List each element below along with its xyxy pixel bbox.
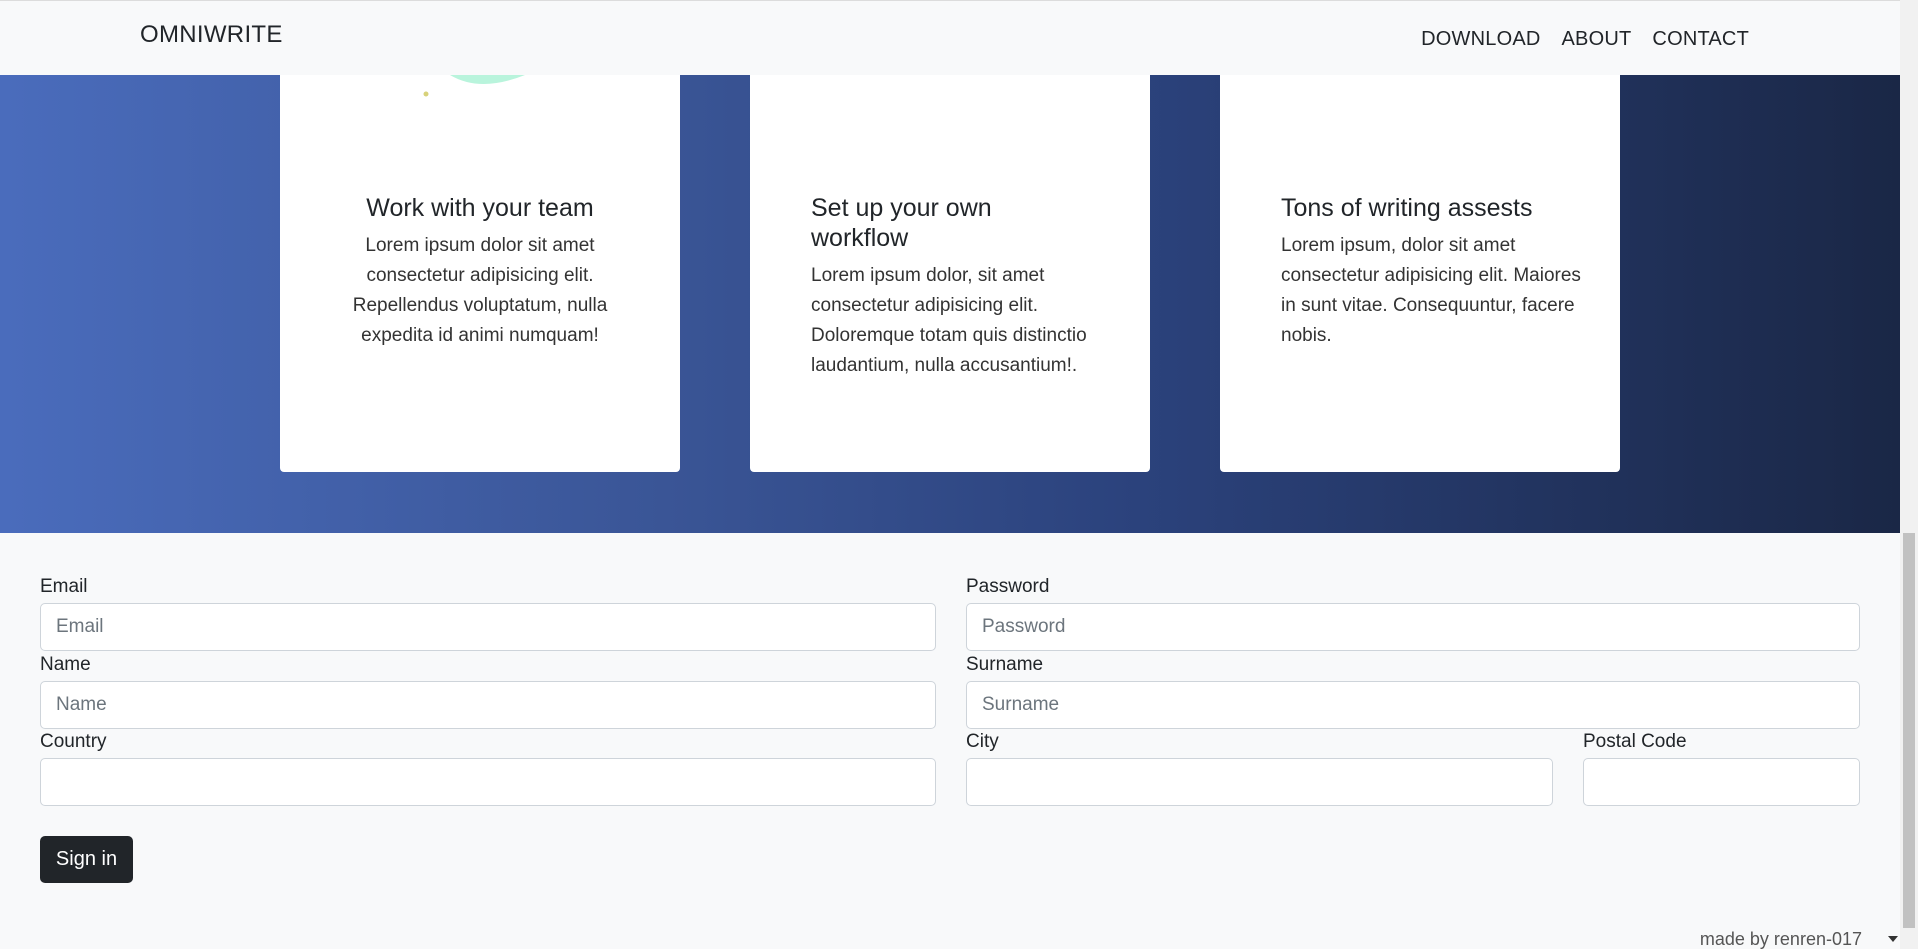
nav-link-download[interactable]: DOWNLOAD [1421, 28, 1540, 51]
name-input[interactable] [40, 681, 936, 729]
card-title: Work with your team [366, 194, 594, 222]
postal-code-input[interactable] [1583, 758, 1860, 806]
card-title: Tons of writing assests [1281, 194, 1533, 222]
country-label: Country [40, 731, 107, 752]
surname-label: Surname [966, 654, 1044, 675]
card-body: Set up your own workflow Lorem ipsum dol… [811, 193, 1091, 381]
feature-card-workflow: Set up your own workflow Lorem ipsum dol… [750, 75, 1150, 472]
city-input[interactable] [966, 758, 1553, 806]
email-label: Email [40, 576, 88, 597]
postal-code-field-group: Postal Code [1583, 730, 1860, 806]
page-scrollbar[interactable] [1900, 0, 1918, 949]
caret-down-icon[interactable] [1888, 936, 1898, 942]
postal-code-label: Postal Code [1583, 731, 1687, 752]
password-label: Password [966, 576, 1050, 597]
name-label: Name [40, 654, 91, 675]
team-illustration-icon [280, 75, 680, 135]
card-body: Tons of writing assests Lorem ipsum, dol… [1281, 193, 1581, 351]
name-field-group: Name [40, 653, 936, 729]
footer-credit: made by renren-017 [1699, 929, 1862, 949]
feature-card-assets: Tons of writing assests Lorem ipsum, dol… [1220, 75, 1620, 472]
page: OMNIWRITE DOWNLOAD ABOUT CONTACT Work wi… [0, 0, 1900, 949]
card-text: Lorem ipsum dolor sit amet consectetur a… [352, 235, 608, 346]
scrollbar-thumb[interactable] [1903, 533, 1915, 928]
sign-in-button[interactable]: Sign in [40, 836, 133, 883]
navbar: OMNIWRITE DOWNLOAD ABOUT CONTACT [0, 0, 1900, 75]
brand-logo[interactable]: OMNIWRITE [140, 21, 283, 49]
email-field-group: Email [40, 575, 936, 651]
city-field-group: City [966, 730, 1553, 806]
browser-viewport: OMNIWRITE DOWNLOAD ABOUT CONTACT Work wi… [0, 0, 1918, 949]
feature-card-team: Work with your team Lorem ipsum dolor si… [280, 75, 680, 472]
features-section: Work with your team Lorem ipsum dolor si… [0, 75, 1900, 533]
country-input[interactable] [40, 758, 936, 806]
surname-field-group: Surname [966, 653, 1860, 729]
city-label: City [966, 731, 999, 752]
nav-links: DOWNLOAD ABOUT CONTACT [1421, 28, 1749, 51]
password-input[interactable] [966, 603, 1860, 651]
nav-link-contact[interactable]: CONTACT [1652, 28, 1749, 51]
card-title: Set up your own workflow [811, 194, 992, 252]
email-input[interactable] [40, 603, 936, 651]
card-text: Lorem ipsum, dolor sit amet consectetur … [1281, 235, 1581, 346]
card-body: Work with your team Lorem ipsum dolor si… [340, 193, 620, 351]
country-field-group: Country [40, 730, 936, 806]
password-field-group: Password [966, 575, 1860, 651]
card-text: Lorem ipsum dolor, sit amet consectetur … [811, 265, 1087, 376]
surname-input[interactable] [966, 681, 1860, 729]
nav-link-about[interactable]: ABOUT [1562, 28, 1632, 51]
